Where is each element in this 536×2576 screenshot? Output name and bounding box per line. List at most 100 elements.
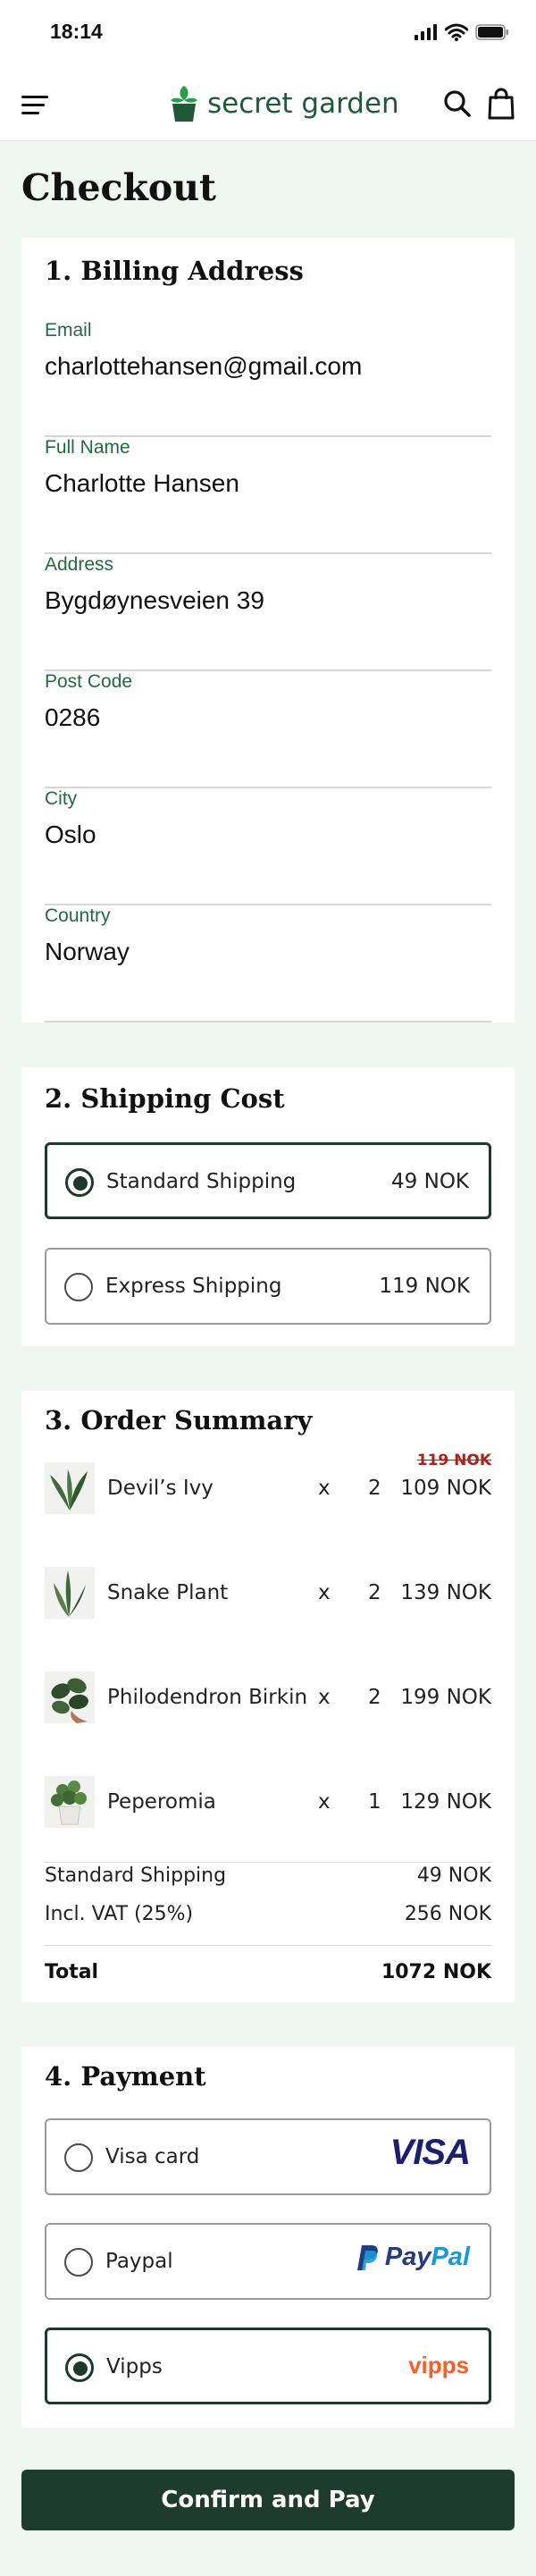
item-price: 109 NOK xyxy=(400,1477,491,1500)
item-name: Philodendron Birkin xyxy=(107,1686,308,1709)
item-name: Snake Plant xyxy=(107,1581,229,1604)
brand-name: secret garden xyxy=(207,88,399,120)
product-thumbnail[interactable] xyxy=(45,1462,95,1514)
order-item: Snake Plant x 2 139 NOK xyxy=(45,1567,491,1621)
shopping-bag-icon xyxy=(488,88,515,120)
plant-icon xyxy=(51,1780,87,1825)
shipping-cost-card: 2. Shipping Cost Standard Shipping 49 NO… xyxy=(21,1067,515,1346)
item-quantity: 2 xyxy=(368,1686,381,1709)
post-code-field[interactable]: Post Code 0286 xyxy=(45,671,491,788)
vipps-radio[interactable] xyxy=(65,2353,94,2382)
city-field[interactable]: City Oslo xyxy=(45,788,491,905)
battery-icon xyxy=(475,24,508,40)
billing-title: 1. Billing Address xyxy=(45,256,304,286)
confirm-and-pay-button[interactable]: Confirm and Pay xyxy=(21,2470,515,2530)
item-quantity: 1 xyxy=(368,1790,381,1814)
address-field[interactable]: Address Bygdøynesveien 39 xyxy=(45,554,491,671)
item-times: x xyxy=(318,1686,331,1709)
item-times: x xyxy=(318,1581,331,1604)
payment-card: 4. Payment Visa card VISA Paypal PayPal … xyxy=(21,2047,515,2428)
full-name-field[interactable]: Full Name Charlotte Hansen xyxy=(45,437,491,554)
payment-title: 4. Payment xyxy=(45,2061,206,2092)
brand-logo[interactable]: secret garden xyxy=(170,84,399,123)
email-label: Email xyxy=(45,320,92,341)
post-code-value[interactable]: 0286 xyxy=(45,703,100,732)
item-price: 129 NOK xyxy=(400,1790,491,1814)
order-item: Philodendron Birkin x 2 199 NOK xyxy=(45,1671,491,1725)
vipps-label: Vipps xyxy=(106,2355,163,2378)
country-label: Country xyxy=(45,905,111,926)
order-item: Peperomia x 1 129 NOK xyxy=(45,1776,491,1830)
item-price: 139 NOK xyxy=(400,1581,491,1604)
product-thumbnail[interactable] xyxy=(45,1776,95,1828)
total-divider xyxy=(45,1945,491,1946)
paypal-radio[interactable] xyxy=(64,2248,93,2277)
search-button[interactable] xyxy=(441,88,473,120)
wifi-icon xyxy=(445,23,468,41)
country-value[interactable]: Norway xyxy=(45,938,130,966)
item-name: Peperomia xyxy=(107,1790,216,1814)
status-time: 18:14 xyxy=(50,20,103,43)
plant-icon xyxy=(51,1678,88,1723)
product-thumbnail[interactable] xyxy=(45,1671,95,1723)
city-value[interactable]: Oslo xyxy=(45,821,96,849)
cart-button[interactable] xyxy=(487,88,515,120)
email-field[interactable]: Email charlottehansen@gmail.com xyxy=(45,320,491,437)
email-value[interactable]: charlottehansen@gmail.com xyxy=(45,352,362,381)
total-row: Total 1072 NOK xyxy=(45,1961,491,1983)
visa-option[interactable]: Visa card VISA xyxy=(45,2118,491,2195)
item-original-price: 119 NOK xyxy=(416,1452,491,1469)
vat-value: 256 NOK xyxy=(404,1903,491,1925)
item-times: x xyxy=(318,1477,331,1500)
total-label: Total xyxy=(45,1961,99,1983)
shipping-summary-label: Standard Shipping xyxy=(45,1865,227,1887)
post-code-label: Post Code xyxy=(45,671,133,692)
paypal-option[interactable]: Paypal PayPal xyxy=(45,2223,491,2300)
standard-shipping-option[interactable]: Standard Shipping 49 NOK xyxy=(45,1142,491,1219)
visa-logo: VISA xyxy=(389,2133,471,2172)
plant-icon xyxy=(50,1469,88,1511)
paypal-logo-text-b: Pal xyxy=(431,2243,470,2271)
vipps-logo: vipps xyxy=(408,2352,469,2378)
visa-label: Visa card xyxy=(105,2145,200,2168)
billing-address-card: 1. Billing Address Email charlottehansen… xyxy=(21,238,515,1023)
city-label: City xyxy=(45,788,78,809)
express-shipping-price: 119 NOK xyxy=(379,1275,470,1298)
express-shipping-label: Express Shipping xyxy=(105,1275,282,1298)
express-shipping-option[interactable]: Express Shipping 119 NOK xyxy=(45,1248,491,1325)
plant-icon xyxy=(54,1570,86,1617)
shipping-summary-row: Standard Shipping 49 NOK xyxy=(45,1865,491,1887)
menu-button[interactable] xyxy=(20,91,52,118)
item-name: Devil’s Ivy xyxy=(107,1477,214,1500)
signal-icon xyxy=(415,24,437,40)
full-name-value[interactable]: Charlotte Hansen xyxy=(45,469,239,498)
vipps-option[interactable]: Vipps vipps xyxy=(45,2328,491,2404)
address-value[interactable]: Bygdøynesveien 39 xyxy=(45,586,264,615)
visa-radio[interactable] xyxy=(64,2143,93,2172)
menu-icon xyxy=(21,96,48,114)
standard-shipping-price: 49 NOK xyxy=(391,1170,469,1193)
full-name-label: Full Name xyxy=(45,437,130,458)
shipping-title: 2. Shipping Cost xyxy=(45,1083,285,1114)
item-quantity: 2 xyxy=(368,1477,381,1500)
paypal-logo: PayPal xyxy=(356,2243,470,2272)
shipping-summary-value: 49 NOK xyxy=(416,1865,491,1887)
page-title: Checkout xyxy=(21,166,216,209)
order-summary-title: 3. Order Summary xyxy=(45,1405,313,1435)
search-icon xyxy=(444,90,471,117)
product-thumbnail[interactable] xyxy=(45,1567,95,1619)
total-value: 1072 NOK xyxy=(381,1961,491,1983)
item-times: x xyxy=(318,1790,331,1814)
order-item: Devil’s Ivy x 2 119 NOK 109 NOK xyxy=(45,1452,491,1516)
item-quantity: 2 xyxy=(368,1581,381,1604)
standard-shipping-radio[interactable] xyxy=(65,1168,94,1197)
paypal-mark-icon xyxy=(356,2244,378,2270)
logo-plant-icon xyxy=(171,86,197,122)
express-shipping-radio[interactable] xyxy=(64,1273,93,1301)
summary-divider xyxy=(45,1862,491,1863)
top-nav: secret garden xyxy=(0,68,536,141)
standard-shipping-label: Standard Shipping xyxy=(106,1170,297,1193)
vat-label: Incl. VAT (25%) xyxy=(45,1903,194,1925)
paypal-label: Paypal xyxy=(105,2250,173,2273)
country-field[interactable]: Country Norway xyxy=(45,905,491,1023)
